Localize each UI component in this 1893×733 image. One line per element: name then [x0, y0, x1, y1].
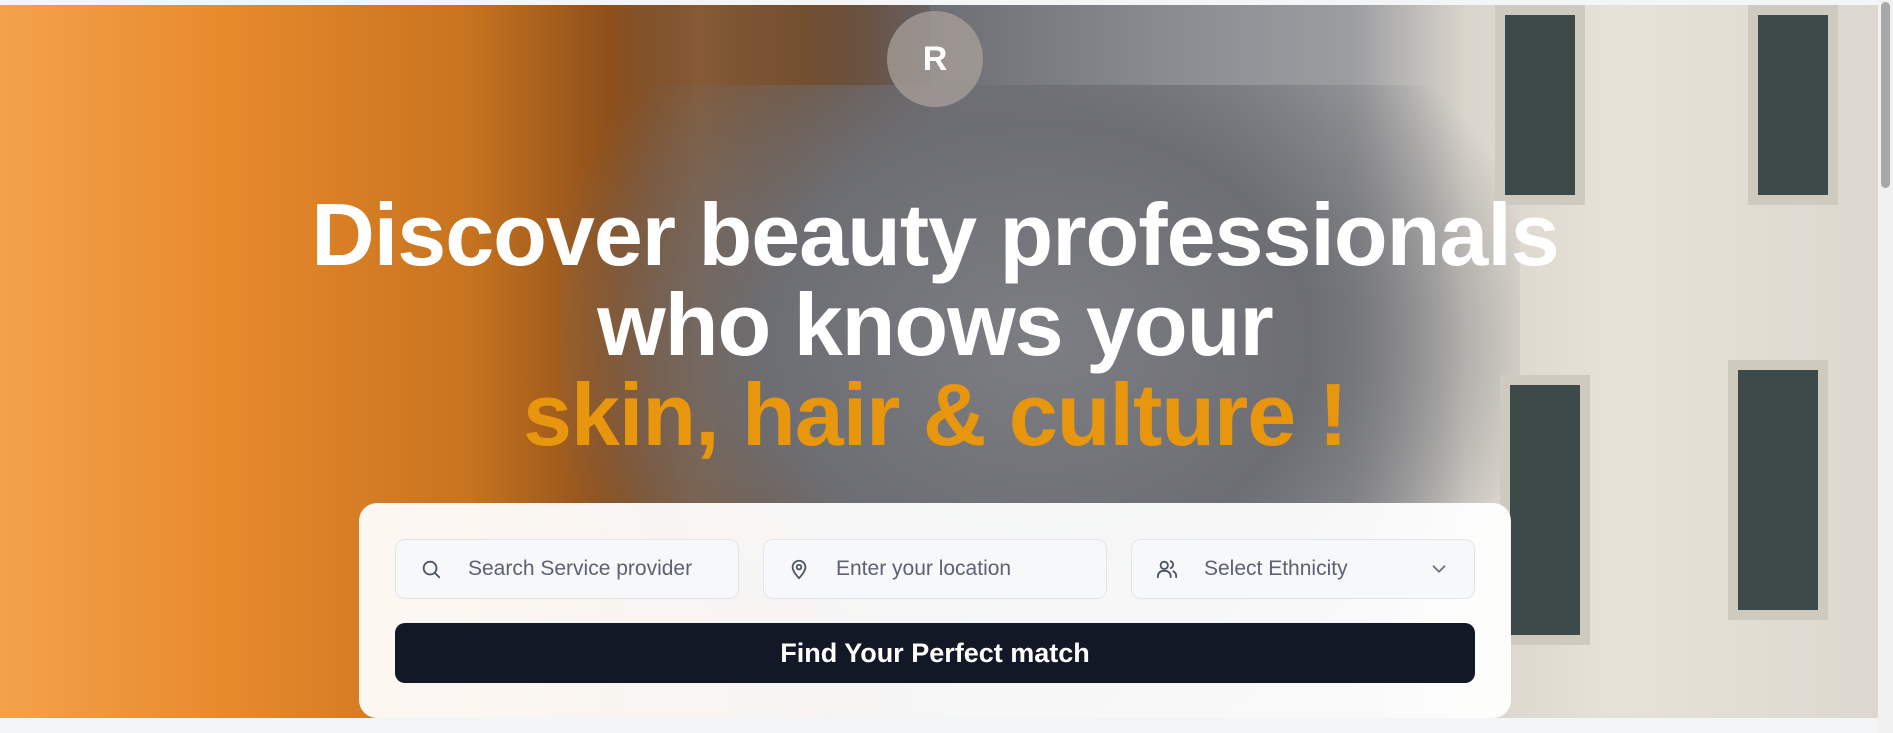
- hero-headline-accent: skin, hair & culture !: [523, 365, 1348, 464]
- search-card: Search Service provider Enter your locat…: [359, 503, 1511, 718]
- location-placeholder: Enter your location: [836, 557, 1012, 580]
- hero-image-window: [1748, 5, 1838, 205]
- hero-headline-line-1: Discover beauty professionals: [311, 185, 1559, 284]
- users-icon: [1154, 556, 1180, 582]
- scrollbar-thumb[interactable]: [1881, 2, 1890, 188]
- map-pin-icon: [786, 556, 812, 582]
- find-match-button[interactable]: Find Your Perfect match: [395, 623, 1475, 683]
- brand-logo-letter: R: [922, 39, 948, 78]
- hero-headline-line-2: who knows your: [597, 275, 1273, 374]
- service-search-input[interactable]: Search Service provider: [395, 539, 739, 599]
- chevron-down-icon: [1428, 558, 1450, 580]
- brand-logo[interactable]: R: [887, 11, 983, 107]
- ethnicity-selected-value: Select Ethnicity: [1204, 557, 1348, 580]
- search-icon: [418, 556, 444, 582]
- ethnicity-select[interactable]: Select Ethnicity: [1131, 539, 1475, 599]
- location-input[interactable]: Enter your location: [763, 539, 1107, 599]
- hero-image-window: [1495, 5, 1585, 205]
- service-search-placeholder: Search Service provider: [468, 557, 693, 580]
